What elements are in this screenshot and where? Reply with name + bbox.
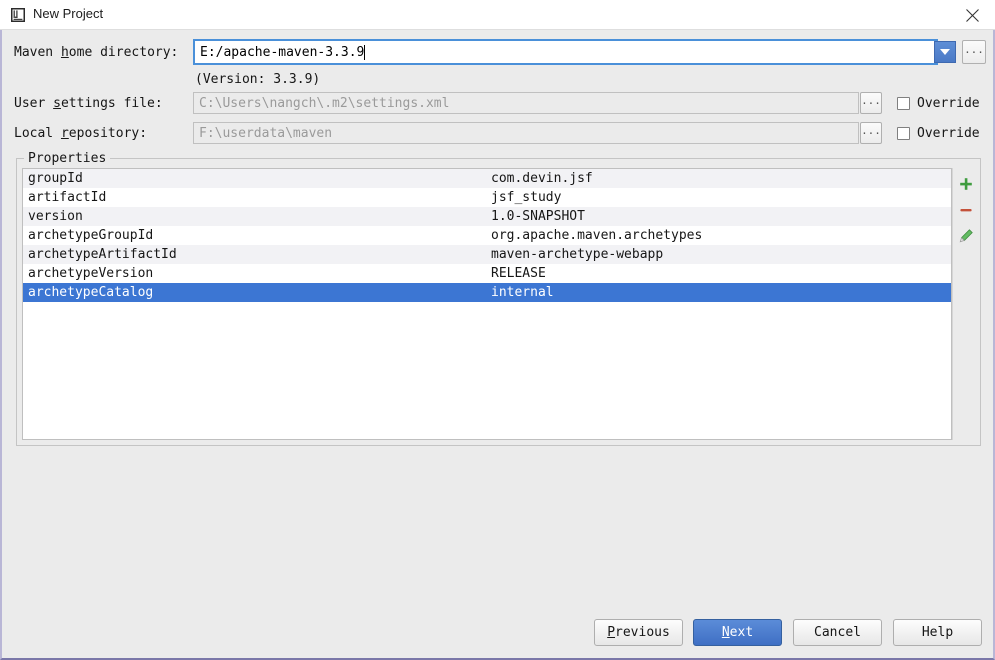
- browse-button-label: ...: [861, 123, 881, 137]
- previous-button-label: Previous: [607, 625, 670, 640]
- table-row[interactable]: archetypeGroupId org.apache.maven.archety…: [23, 226, 951, 245]
- property-key: archetypeArtifactId: [28, 247, 177, 262]
- edit-icon[interactable]: [957, 227, 975, 245]
- override-label: Override: [917, 96, 980, 111]
- property-value: org.apache.maven.archetypes: [491, 228, 703, 243]
- table-row[interactable]: archetypeArtifactId maven-archetype-webap…: [23, 245, 951, 264]
- maven-home-input[interactable]: E:/apache-maven-3.3.9: [193, 39, 938, 65]
- table-row[interactable]: artifactId jsf_study: [23, 188, 951, 207]
- property-key: archetypeCatalog: [28, 285, 154, 300]
- close-icon[interactable]: [949, 0, 995, 30]
- table-row[interactable]: groupId com.devin.jsf: [23, 169, 951, 188]
- user-settings-value: C:\Users\nangch\.m2\settings.xml: [199, 95, 450, 111]
- dialog-body: Maven home directory: E:/apache-maven-3.…: [0, 30, 995, 660]
- property-value: jsf_study: [491, 190, 562, 205]
- maven-home-dropdown-button[interactable]: [934, 41, 956, 63]
- add-icon[interactable]: [957, 175, 975, 193]
- table-row[interactable]: archetypeCatalog internal: [23, 283, 951, 302]
- table-row[interactable]: version 1.0-SNAPSHOT: [23, 207, 951, 226]
- user-settings-browse-button[interactable]: ...: [860, 92, 882, 114]
- properties-table[interactable]: groupId com.devin.jsf artifactId jsf_studyv…: [22, 168, 952, 440]
- text-caret: [364, 44, 366, 60]
- intellij-idea-icon: [10, 7, 26, 23]
- properties-legend: Properties: [24, 151, 111, 166]
- title-bar: New Project: [0, 0, 995, 30]
- next-button[interactable]: Next: [693, 619, 782, 646]
- local-repository-browse-button[interactable]: ...: [860, 122, 882, 144]
- maven-home-label: Maven home directory:: [14, 45, 179, 60]
- checkbox-box: [897, 127, 910, 140]
- window-title: New Project: [33, 6, 104, 21]
- user-settings-override-checkbox[interactable]: Override: [897, 96, 980, 111]
- checkbox-box: [897, 97, 910, 110]
- help-button[interactable]: Help: [893, 619, 982, 646]
- local-repository-override-checkbox[interactable]: Override: [897, 126, 980, 141]
- cancel-button[interactable]: Cancel: [793, 619, 882, 646]
- table-row[interactable]: archetypeVersion RELEASE: [23, 264, 951, 283]
- override-label: Override: [917, 126, 980, 141]
- property-key: groupId: [28, 171, 83, 186]
- property-key: artifactId: [28, 190, 107, 205]
- local-repository-value: F:\userdata\maven: [199, 125, 333, 141]
- chevron-down-icon: [940, 49, 950, 55]
- property-value: maven-archetype-webapp: [491, 247, 664, 262]
- property-value: internal: [491, 285, 554, 300]
- local-repository-label: Local repository:: [14, 126, 148, 141]
- help-button-label: Help: [921, 625, 954, 640]
- property-value: com.devin.jsf: [491, 171, 593, 186]
- next-button-label: Next: [721, 625, 754, 640]
- browse-button-label: ...: [861, 93, 881, 107]
- local-repository-input[interactable]: F:\userdata\maven: [193, 122, 859, 144]
- user-settings-input[interactable]: C:\Users\nangch\.m2\settings.xml: [193, 92, 859, 114]
- user-settings-label: User settings file:: [14, 96, 163, 111]
- property-key: version: [28, 209, 83, 224]
- previous-button[interactable]: Previous: [594, 619, 683, 646]
- cancel-button-label: Cancel: [814, 625, 861, 640]
- maven-version-note: (Version: 3.3.9): [195, 72, 321, 87]
- property-key: archetypeVersion: [28, 266, 154, 281]
- maven-home-value: E:/apache-maven-3.3.9: [200, 44, 365, 60]
- property-key: archetypeGroupId: [28, 228, 154, 243]
- property-value: 1.0-SNAPSHOT: [491, 209, 585, 224]
- remove-icon[interactable]: [957, 201, 975, 219]
- properties-toolbar: [952, 168, 979, 440]
- maven-home-browse-button[interactable]: ...: [962, 40, 986, 64]
- new-project-dialog: New Project Maven home directory: E:/apa…: [0, 0, 995, 660]
- property-value: RELEASE: [491, 266, 546, 281]
- table-empty-area: [23, 302, 951, 439]
- browse-button-label: ...: [964, 42, 984, 56]
